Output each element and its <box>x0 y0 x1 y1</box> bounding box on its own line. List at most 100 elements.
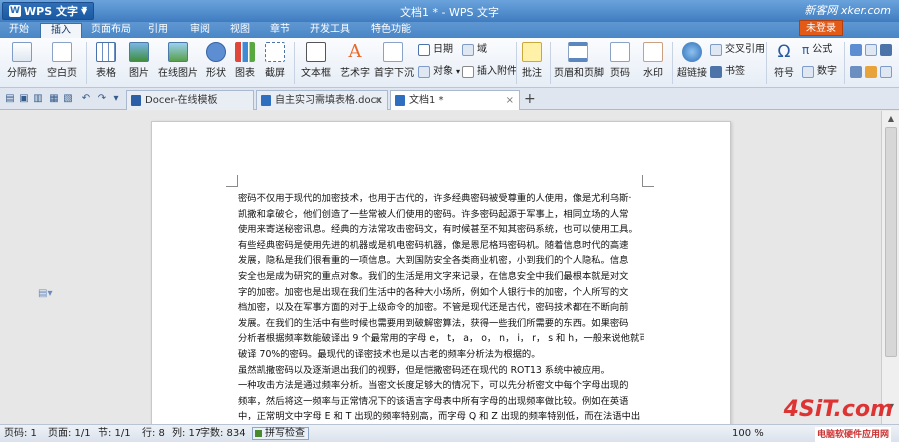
pagebreak-icon <box>12 42 32 62</box>
shape-button[interactable]: 形状 <box>202 40 230 86</box>
header-footer-button[interactable]: 页眉和页脚 <box>554 40 604 86</box>
document-line: 凯撒和拿破仑，他们创造了一些常被人们使用的密码。许多密码起源于军事上，相同立场的… <box>238 208 629 220</box>
tab-page-layout[interactable]: 页面布局 <box>86 22 136 38</box>
scrollbar-thumb[interactable] <box>885 127 897 357</box>
ribbon-divider <box>766 42 767 84</box>
open-folder-icon[interactable]: ▤ <box>4 93 16 105</box>
status-wordcount[interactable]: 字数: 834 <box>200 425 246 442</box>
pdf-icon[interactable]: ▥ <box>32 93 44 105</box>
tab-view[interactable]: 视图 <box>222 22 258 38</box>
checkbox-icon <box>255 430 262 437</box>
field-label: 域 <box>477 44 487 55</box>
page-number-button[interactable]: 页码 <box>604 40 636 86</box>
spell-check-label: 拼写检查 <box>265 428 305 439</box>
window-title: 文档1 * - WPS 文字 <box>400 6 499 19</box>
crossref-button[interactable]: 交叉引用 <box>710 42 765 58</box>
document-line: 一种攻击方法是通过频率分析。当密文长度足够大的情况下，可以先分析密文中每个字母出… <box>238 380 629 392</box>
date-button[interactable]: 日期 <box>418 42 453 58</box>
comment-icon <box>522 42 542 62</box>
number-icon <box>802 66 814 78</box>
object-button[interactable]: 对象 ▾ <box>418 64 460 80</box>
watermark-icon <box>643 42 663 62</box>
blank-page-icon <box>52 42 72 62</box>
formula-button[interactable]: π 公式 <box>802 42 832 58</box>
new-tab-button[interactable]: + <box>524 91 536 107</box>
screenshot-button[interactable]: 截屏 <box>260 40 290 86</box>
preview-icon[interactable]: ▧ <box>62 93 74 105</box>
document-line: 安全也是成为研究的重点对象。我们的生活是用文字来记录，在信息安全中我们最根本就是… <box>238 270 629 282</box>
document-line: 有些经典密码是使用先进的机器或是机电密码机器，像是恩尼格玛密码机。随着信息时代的… <box>238 239 629 251</box>
textbox-button[interactable]: 文本框 <box>298 40 334 86</box>
page-number-label: 页码 <box>610 68 630 79</box>
chart-icon <box>235 42 255 62</box>
document-line: 虽然凯撒密码以及逐渐退出我们的视野，但是恺撒密码还在现代的 ROT13 系统中被… <box>238 364 610 376</box>
undo-icon[interactable]: ↶ <box>80 93 92 105</box>
comment-button[interactable]: 批注 <box>520 40 544 86</box>
tab-start[interactable]: 开始 <box>4 22 34 38</box>
shape-label: 形状 <box>206 68 226 79</box>
document-line: 密码不仅用于现代的加密技术，也用于古代的，许多经典密码被受尊重的人使用，像是尤利… <box>238 193 632 204</box>
tab-docer-template[interactable]: Docer-在线模板 <box>126 90 254 110</box>
pagebreak-button[interactable]: 分隔符 <box>4 40 40 86</box>
status-page: 页码: 1 <box>4 428 37 439</box>
textbox-label: 文本框 <box>301 68 331 79</box>
dropcap-button[interactable]: 首字下沉 <box>374 40 414 86</box>
save-icon[interactable]: ▣ <box>18 93 30 105</box>
field-button[interactable]: 域 <box>462 42 487 58</box>
close-icon[interactable]: × <box>506 91 514 110</box>
tab-internship-form[interactable]: 自主实习需填表格.docx × <box>256 90 388 110</box>
picture-button[interactable]: 图片 <box>124 40 154 86</box>
object-label: 对象 <box>433 66 453 77</box>
tab-chapter[interactable]: 章节 <box>262 22 298 38</box>
table-button[interactable]: 表格 <box>92 40 120 86</box>
watermark-button[interactable]: 水印 <box>638 40 668 86</box>
docer-icon <box>131 95 141 106</box>
margin-corner-mark <box>226 175 238 187</box>
site-logo: 4SiT.com <box>783 397 893 422</box>
zoom-level[interactable]: 100 % <box>732 425 764 442</box>
document-body[interactable]: 密码不仅用于现代的加密技术，也用于古代的，许多经典密码被受尊重的人使用，像是尤利… <box>238 191 644 425</box>
attach-button[interactable]: 插入附件 <box>462 64 517 80</box>
tab-insert[interactable]: 插入 <box>40 23 82 38</box>
document-workspace: 密码不仅用于现代的加密技术，也用于古代的，许多经典密码被受尊重的人使用，像是尤利… <box>0 111 881 431</box>
chevron-down-icon[interactable]: ▾ <box>110 93 122 105</box>
attach-label: 插入附件 <box>477 66 517 77</box>
tab-document1[interactable]: 文档1 * × <box>390 90 520 110</box>
symbol-label: 符号 <box>774 68 794 79</box>
ribbon-divider <box>294 42 295 84</box>
extra-tools-top[interactable] <box>850 42 892 58</box>
document-page[interactable]: 密码不仅用于现代的加密技术，也用于古代的，许多经典密码被受尊重的人使用，像是尤利… <box>151 121 731 431</box>
print-icon[interactable]: ▦ <box>48 93 60 105</box>
document-line: 中，正常明文中字母 E 和 T 出现的频率特别高，而字母 Q 和 Z 出现的频率… <box>238 411 641 423</box>
redo-icon[interactable]: ↷ <box>96 93 108 105</box>
extra-tools-bottom[interactable] <box>850 64 892 80</box>
tab-developer[interactable]: 开发工具 <box>305 22 355 38</box>
dropcap-label: 首字下沉 <box>374 68 414 79</box>
online-picture-icon <box>168 42 188 62</box>
login-button[interactable]: 未登录 <box>799 20 843 36</box>
document-line: 破译 70%的密码。最现代的译密技术也是以古老的频率分析法为根据的。 <box>238 348 541 360</box>
document-line: 频率，然后将这一频率与正常情况下的该语言字母表中所有字母的出现频率做比较。例如在… <box>238 395 629 407</box>
tab-features[interactable]: 特色功能 <box>366 22 416 38</box>
hyperlink-button[interactable]: 超链接 <box>676 40 708 86</box>
online-picture-button[interactable]: 在线图片 <box>158 40 198 86</box>
symbol-button[interactable]: Ω 符号 <box>770 40 798 86</box>
status-bar: 页码: 1 页面: 1/1 节: 1/1 行: 8 列: 17 字数: 834 … <box>0 399 899 442</box>
vertical-scrollbar[interactable]: ▲ ▼ <box>881 111 899 424</box>
tab-references[interactable]: 引用 <box>140 22 176 38</box>
bookmark-button[interactable]: 书签 <box>710 64 745 80</box>
tool-icon <box>850 66 862 78</box>
chart-button[interactable]: 图表 <box>232 40 258 86</box>
ribbon-divider <box>844 42 845 84</box>
tab-review[interactable]: 审阅 <box>182 22 218 38</box>
close-icon[interactable]: × <box>374 91 382 110</box>
tool-icon <box>865 66 877 78</box>
online-picture-label: 在线图片 <box>158 68 198 79</box>
scroll-up-icon[interactable]: ▲ <box>884 113 898 125</box>
status-pages: 页面: 1/1 <box>48 428 91 439</box>
paragraph-marker-icon[interactable]: ▤▾ <box>38 288 52 299</box>
number-button[interactable]: 数字 <box>802 64 837 80</box>
wordart-button[interactable]: A 艺术字 <box>338 40 372 86</box>
blank-page-button[interactable]: 空白页 <box>44 40 80 86</box>
spell-check-toggle[interactable]: 拼写检查 <box>252 427 309 440</box>
